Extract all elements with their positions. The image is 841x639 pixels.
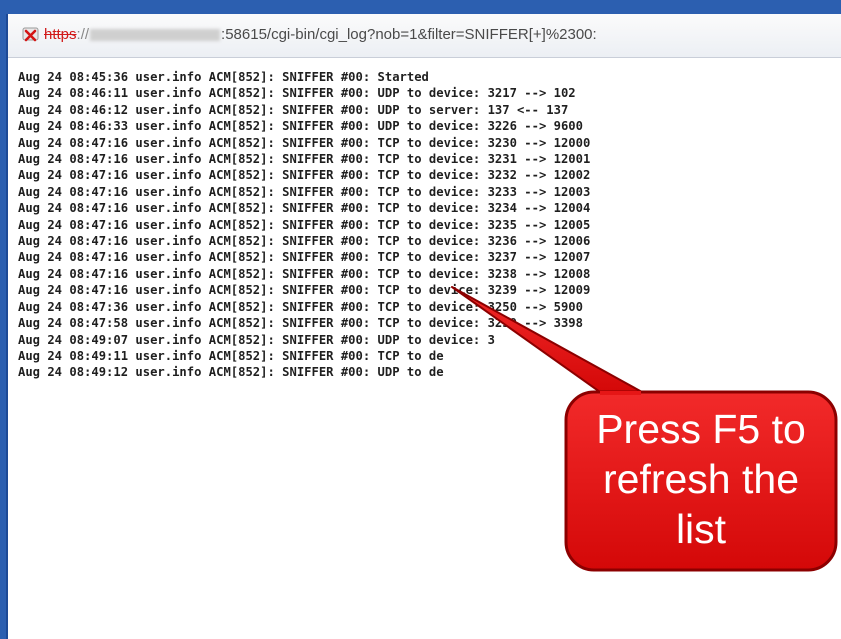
url-scheme: https bbox=[44, 26, 77, 43]
url-text[interactable]: https:// :58615/cgi-bin/cgi_log?nob=1&fil… bbox=[44, 26, 597, 43]
log-line: Aug 24 08:49:07 user.info ACM[852]: SNIF… bbox=[18, 332, 495, 347]
log-line: Aug 24 08:47:16 user.info ACM[852]: SNIF… bbox=[18, 217, 591, 232]
log-line: Aug 24 08:47:36 user.info ACM[852]: SNIF… bbox=[18, 299, 583, 314]
security-warning-icon[interactable] bbox=[22, 25, 42, 45]
callout-line: Press F5 to bbox=[596, 406, 806, 452]
log-line: Aug 24 08:47:16 user.info ACM[852]: SNIF… bbox=[18, 184, 591, 199]
log-line: Aug 24 08:46:12 user.info ACM[852]: SNIF… bbox=[18, 102, 569, 117]
callout-text: Press F5 to refresh the list bbox=[570, 404, 832, 554]
callout-line: list bbox=[675, 506, 727, 552]
log-line: Aug 24 08:46:11 user.info ACM[852]: SNIF… bbox=[18, 86, 576, 101]
log-line: Aug 24 08:47:16 user.info ACM[852]: SNIF… bbox=[18, 201, 591, 216]
log-line: Aug 24 08:47:58 user.info ACM[852]: SNIF… bbox=[18, 316, 583, 331]
sniffer-log: Aug 24 08:45:36 user.info ACM[852]: SNIF… bbox=[18, 69, 590, 381]
log-line: Aug 24 08:47:16 user.info ACM[852]: SNIF… bbox=[18, 283, 591, 298]
url-path: :58615/cgi-bin/cgi_log?nob=1&filter=SNIF… bbox=[221, 26, 597, 43]
log-line: Aug 24 08:47:16 user.info ACM[852]: SNIF… bbox=[18, 168, 591, 183]
log-line: Aug 24 08:47:16 user.info ACM[852]: SNIF… bbox=[18, 266, 591, 281]
log-line: Aug 24 08:47:16 user.info ACM[852]: SNIF… bbox=[18, 234, 591, 249]
log-line: Aug 24 08:49:12 user.info ACM[852]: SNIF… bbox=[18, 365, 444, 380]
address-bar[interactable]: https:// :58615/cgi-bin/cgi_log?nob=1&fil… bbox=[8, 14, 841, 58]
log-line: Aug 24 08:47:16 user.info ACM[852]: SNIF… bbox=[18, 135, 591, 150]
log-line: Aug 24 08:46:33 user.info ACM[852]: SNIF… bbox=[18, 119, 583, 134]
redacted-host bbox=[90, 29, 221, 42]
log-line: Aug 24 08:47:16 user.info ACM[852]: SNIF… bbox=[18, 152, 591, 167]
url-separator: :// bbox=[76, 26, 90, 43]
log-line: Aug 24 08:49:11 user.info ACM[852]: SNIF… bbox=[18, 348, 444, 363]
log-line: Aug 24 08:47:16 user.info ACM[852]: SNIF… bbox=[18, 250, 591, 265]
callout-line: refresh the bbox=[603, 456, 799, 502]
log-line: Aug 24 08:45:36 user.info ACM[852]: SNIF… bbox=[18, 70, 429, 84]
